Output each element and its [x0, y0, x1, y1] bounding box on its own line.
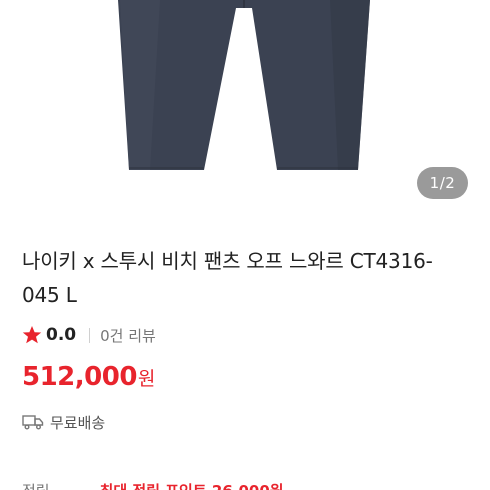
rating-divider: [89, 327, 91, 343]
image-counter-total: 2: [445, 174, 456, 192]
truck-icon: [22, 415, 44, 430]
price: 512,000 원: [22, 362, 155, 398]
rating-value: 0.0: [46, 325, 77, 345]
points-label: 적립: [22, 480, 50, 490]
shipping-text: 무료배송: [50, 413, 106, 432]
product-image-gallery[interactable]: 1/2: [0, 0, 490, 218]
points-row: 적립 최대 적립 포인트 26,000원: [22, 478, 284, 490]
price-amount: 512,000: [22, 362, 137, 392]
product-title: 나이키 x 스투시 비치 팬츠 오프 느와르 CT4316-045 L: [22, 249, 433, 307]
image-counter-current: 1: [429, 174, 440, 192]
review-count-link[interactable]: 0건 리뷰: [100, 325, 156, 346]
price-unit: 원: [137, 368, 156, 390]
star-icon: [22, 326, 42, 344]
points-value: 최대 적립 포인트 26,000원: [100, 480, 284, 490]
shipping-info: 무료배송: [22, 410, 105, 434]
image-counter: 1/2: [417, 167, 468, 199]
product-detail-page: 1/2 나이키 x 스투시 비치 팬츠 오프 느와르 CT4316-045 L …: [0, 0, 490, 490]
rating-row: 0.0 0건 리뷰: [22, 323, 156, 347]
